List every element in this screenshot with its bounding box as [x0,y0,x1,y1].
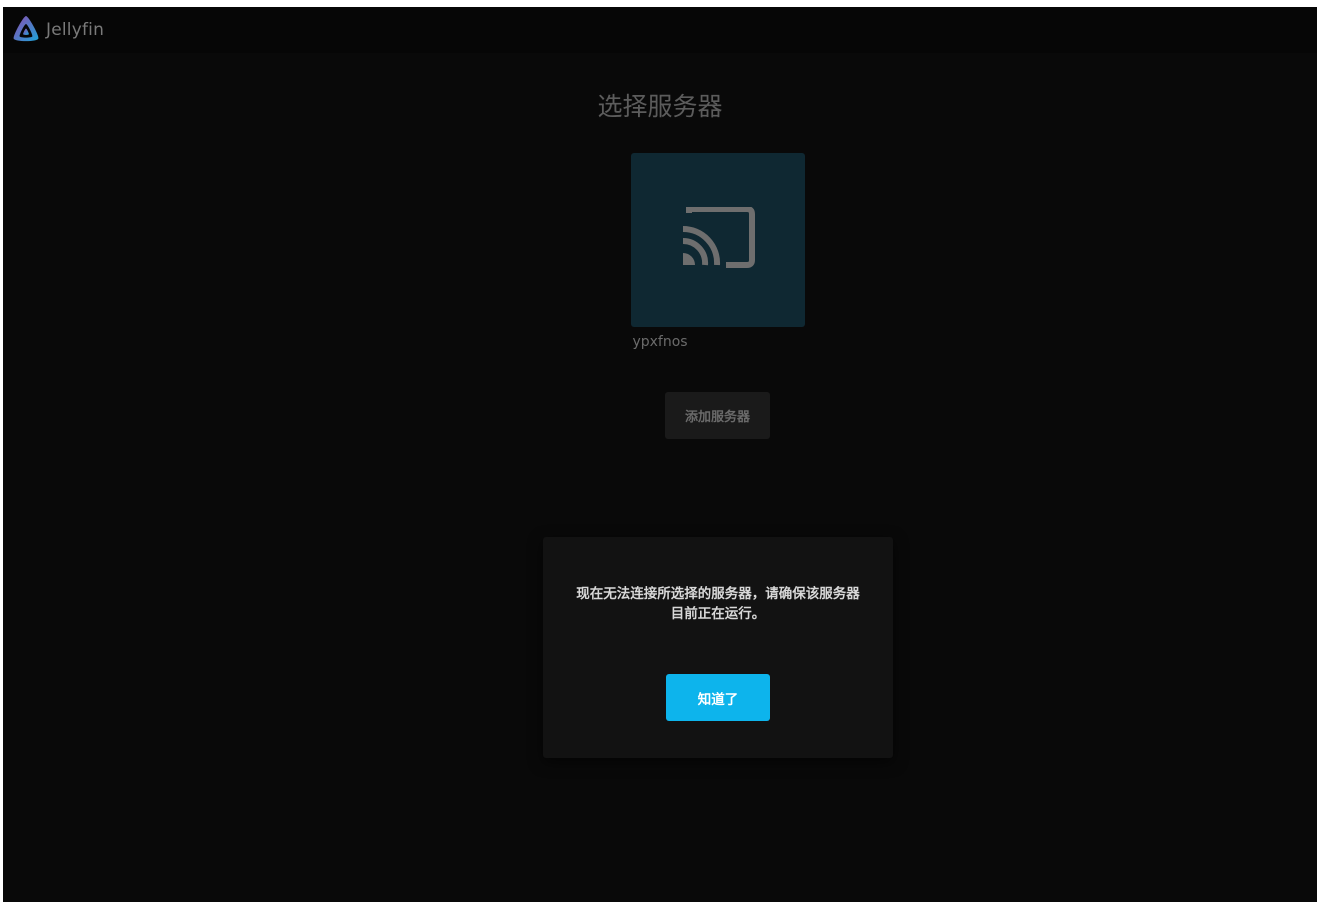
page-title: 选择服务器 [597,92,723,121]
ok-button[interactable]: 知道了 [666,674,770,721]
server-name: ypxfnos [632,334,688,350]
dialog-message: 现在无法连接所选择的服务器，请确保该服务器目前正在运行。 [576,586,860,622]
add-server-button[interactable]: 添加服务器 [665,392,770,439]
app-window: Jellyfin 选择服务器 ypxfnos 添加服务器 现在无法连接所选择的服… [3,7,1317,902]
brand[interactable]: Jellyfin [10,14,104,46]
brand-name: Jellyfin [46,20,105,40]
jellyfin-logo-icon [10,14,42,46]
top-bar: Jellyfin [3,7,1317,53]
server-card[interactable] [631,153,805,327]
error-dialog: 现在无法连接所选择的服务器，请确保该服务器目前正在运行。 知道了 [543,537,893,758]
